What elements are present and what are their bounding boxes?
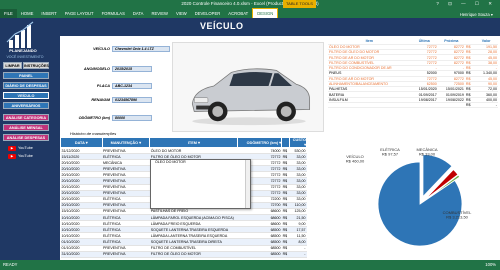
table-cell[interactable] <box>437 102 465 109</box>
maintenance-items-table: Item Última Próxima Valor ÓLEO DO MOTOR 7… <box>328 39 498 109</box>
sidebar: PLANEJANDO VOCÊ INVESTIMENTO LIMPAR INST… <box>0 18 60 260</box>
window-controls[interactable]: ? ⊡ — ☐ ✕ <box>436 1 496 7</box>
youtube-link-2[interactable]: ▶ YouTube <box>8 154 38 159</box>
car-icon <box>191 68 311 126</box>
table-cell[interactable]: - <box>289 251 307 258</box>
vehicle-field[interactable]: Chevrolet Onix 1.4 LTZ <box>112 46 170 52</box>
table-cell[interactable]: R$ <box>464 102 475 109</box>
column-header-currency <box>281 137 291 148</box>
window-title: 2020 Controle Financeiro 4.0.xlsm - Exce… <box>181 1 319 6</box>
logo-subtitle: VOCÊ INVESTIMENTO <box>6 55 44 59</box>
tab-page-layout[interactable]: PAGE LAYOUT <box>61 9 98 18</box>
tab-insert[interactable]: INSERT <box>37 9 60 18</box>
model-year-field[interactable]: 2015/2015 <box>112 66 152 72</box>
column-header-date[interactable]: DATA ▾ <box>60 137 103 148</box>
column-header-item[interactable]: ITEM ▾ <box>149 137 239 148</box>
youtube-link-1[interactable]: ▶ YouTube <box>8 146 38 151</box>
table-cell[interactable]: 31/10/2020 <box>60 251 102 258</box>
history-label: Histórico de manutenções <box>70 131 117 136</box>
model-year-label: ANO/MODELO <box>83 67 110 71</box>
tab-file[interactable]: FILE <box>0 9 17 18</box>
renavam-field[interactable]: 01234567890 <box>112 97 152 103</box>
status-bar: READY 100% <box>0 260 500 270</box>
tab-view[interactable]: VIEW <box>172 9 191 18</box>
odometer-field[interactable]: 80000 <box>112 115 152 121</box>
pie-label: ELÉTRICA R$ 97,57 <box>380 147 400 157</box>
panel-button[interactable]: PAINEL <box>3 72 49 79</box>
monthly-analysis-button[interactable]: ANÁLISE MENSAL <box>3 124 49 131</box>
column-header-cost[interactable]: CUSTO ▾ <box>289 137 307 148</box>
expenses-analysis-button[interactable]: ANÁLISE DESPESAS <box>3 134 49 141</box>
title-bar: 2020 Controle Financeiro 4.0.xlsm - Exce… <box>0 0 500 8</box>
category-analysis-button[interactable]: ANÁLISE CATEGORIA <box>3 114 49 121</box>
instructions-button[interactable]: INSTRUÇÕES <box>23 62 49 69</box>
sheet-content: VEÍCULO VEÍCULO Chevrolet Onix 1.4 LTZ A… <box>60 18 500 260</box>
pie-label: COMBUSTÍVEL R$ 3.213,50 <box>443 210 472 220</box>
play-icon: ▶ <box>8 154 16 159</box>
tab-home[interactable]: HOME <box>17 9 38 18</box>
ribbon-tabs: FILE HOME INSERT PAGE LAYOUT FORMULAS DATA REV… <box>0 8 500 19</box>
tab-acrobat[interactable]: ACROBAT <box>224 9 252 18</box>
context-tab-label: TABLE TOOLS <box>283 0 316 8</box>
item-dropdown-list[interactable]: ÓLEO DO MOTORFILTRO DE ÓLEO DO MOTORFILT… <box>150 159 251 209</box>
column-header-odometer[interactable]: ODÔMETRO (km) ▾ <box>237 137 283 148</box>
column-header-maintenance[interactable]: MANUTENÇÃO ▾ <box>101 137 151 148</box>
tab-review[interactable]: REVIEW <box>147 9 172 18</box>
vehicle-label: VEÍCULO <box>93 47 110 51</box>
renavam-label: RENAVAM <box>91 98 110 102</box>
car-image <box>172 42 324 132</box>
table-row: R$ - <box>328 102 498 109</box>
table-cell[interactable]: R$ <box>281 251 290 258</box>
table-header-row: DATA ▾ MANUTENÇÃO ▾ ITEM ▾ ODÔMETRO (km)… <box>60 137 307 148</box>
birthdays-button[interactable]: ANIVERSÁRIOS <box>3 102 49 109</box>
table-cell[interactable]: 68500 <box>237 251 282 258</box>
expense-pie-chart: VEÍCULO R$ 460,00 ELÉTRICA R$ 97,57 MECÂNICA… <box>346 147 472 247</box>
sheet-header: VEÍCULO <box>60 18 500 36</box>
clear-button[interactable]: LIMPAR <box>3 62 22 69</box>
table-cell[interactable] <box>410 102 438 109</box>
pie-label: MECÂNICA R$ 33,00 <box>416 147 437 157</box>
pie-label: VEÍCULO R$ 460,00 <box>346 154 365 164</box>
tab-formulas[interactable]: FORMULAS <box>98 9 129 18</box>
logo-text: PLANEJANDO <box>9 48 37 53</box>
plate-label: PLACA <box>96 84 110 88</box>
status-ready: READY <box>3 262 18 267</box>
table-cell[interactable]: PREVENTIVA <box>102 251 150 258</box>
expense-diary-button[interactable]: DIÁRIO DE DESPESAS <box>3 82 49 89</box>
vehicle-button[interactable]: VEÍCULO <box>3 92 49 99</box>
tab-data[interactable]: DATA <box>129 9 148 18</box>
table-cell[interactable]: - <box>474 102 498 109</box>
odometer-label: ODÔMETRO (km) <box>78 116 110 120</box>
play-icon: ▶ <box>8 146 16 151</box>
table-cell[interactable]: FILTRO DE ÓLEO DO MOTOR <box>149 251 238 258</box>
page-title: VEÍCULO <box>200 21 244 31</box>
table-cell[interactable] <box>328 102 411 109</box>
zoom-level[interactable]: 100% <box>485 262 496 267</box>
tab-developer[interactable]: DEVELOPER <box>191 9 225 18</box>
plate-field[interactable]: ABC-1234 <box>112 83 152 89</box>
dropdown-scrollbar[interactable] <box>245 160 250 208</box>
table-row: 31/10/2020 PREVENTIVA FILTRO DE ÓLEO DO MO… <box>60 251 307 258</box>
